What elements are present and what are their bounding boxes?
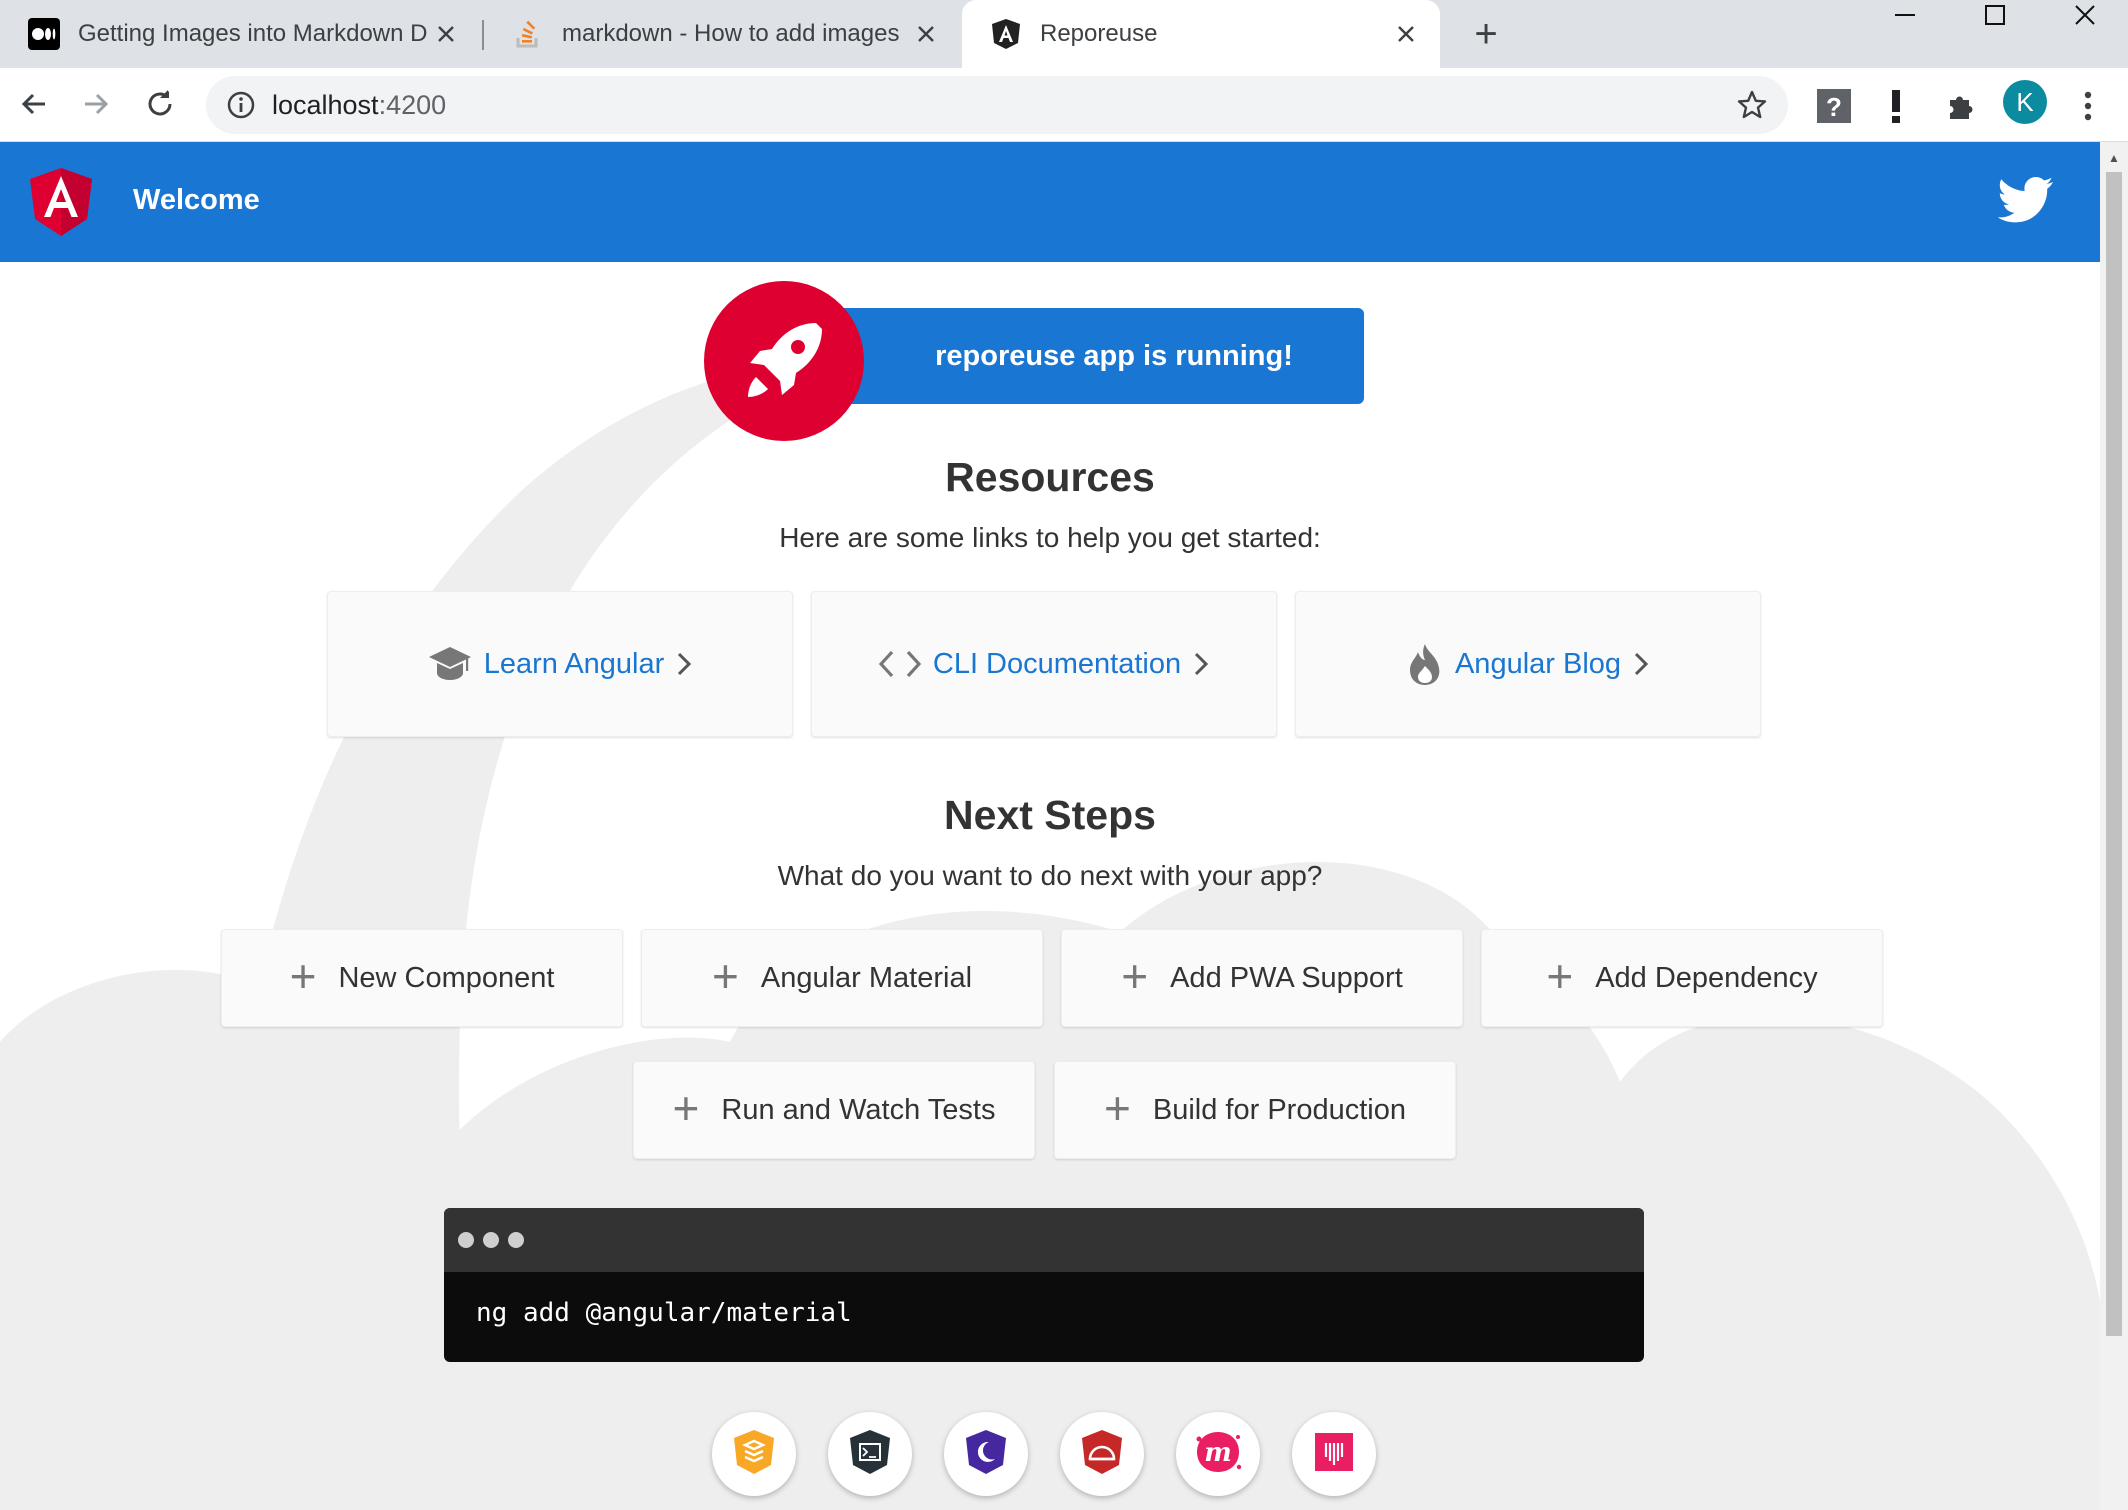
card-label: Angular Material — [760, 961, 973, 994]
plus-icon: + — [1104, 1082, 1131, 1134]
close-tab-icon[interactable] — [432, 20, 460, 48]
stackoverflow-icon — [512, 18, 544, 50]
page-title: Welcome — [133, 184, 260, 216]
angular-material-card[interactable]: + Angular Material — [641, 929, 1043, 1027]
browser-tab-1[interactable]: Getting Images into Markdown D — [0, 0, 480, 68]
card-label: Learn Angular — [483, 647, 665, 680]
kebab-menu-icon[interactable] — [2068, 86, 2108, 126]
alert-extension-icon[interactable] — [1876, 86, 1916, 126]
browser-tab-2[interactable]: markdown - How to add images — [484, 0, 960, 68]
rocket-icon — [704, 281, 864, 441]
profile-avatar[interactable]: K — [2003, 80, 2047, 124]
card-label: CLI Documentation — [932, 647, 1182, 680]
protractor-link[interactable] — [1060, 1412, 1144, 1496]
new-tab-button[interactable]: + — [1466, 14, 1506, 54]
puzzle-extensions-icon[interactable] — [1940, 86, 1980, 126]
medium-icon — [28, 18, 60, 50]
animations-link[interactable] — [712, 1412, 796, 1496]
back-arrow-icon[interactable] — [12, 82, 56, 126]
svg-text:?: ? — [1826, 92, 1842, 122]
augury-link[interactable] — [944, 1412, 1028, 1496]
plus-icon: + — [711, 950, 739, 1002]
bookmark-star-icon[interactable] — [1736, 89, 1768, 121]
new-component-card[interactable]: + New Component — [221, 929, 623, 1027]
chevron-right-icon — [676, 652, 692, 676]
app-toolbar: Welcome — [0, 142, 2100, 262]
svg-text:m: m — [1204, 1438, 1232, 1468]
page-viewport: Welcome reporeuse app is running! Resour… — [0, 142, 2100, 1510]
running-message: reporeuse app is running! — [834, 308, 1364, 404]
plus-icon: + — [289, 950, 317, 1002]
add-dependency-card[interactable]: + Add Dependency — [1481, 929, 1883, 1027]
browser-toolbar: localhost:4200 ? K — [0, 68, 2128, 142]
plus-icon: + — [672, 1082, 700, 1134]
meetup-link[interactable]: m — [1176, 1412, 1260, 1496]
next-steps-subtitle: What do you want to do next with your ap… — [777, 860, 1323, 891]
run-and-watch-tests-card[interactable]: + Run and Watch Tests — [633, 1061, 1035, 1159]
reload-icon[interactable] — [138, 82, 182, 126]
card-label: Run and Watch Tests — [721, 1093, 996, 1126]
tab-title: markdown - How to add images — [562, 20, 900, 47]
close-tab-icon[interactable] — [1392, 20, 1420, 48]
card-label: New Component — [338, 961, 555, 994]
resources-subtitle: Here are some links to help you get star… — [779, 522, 1321, 553]
help-extension-icon[interactable]: ? — [1814, 86, 1854, 126]
terminal: ng add @angular/material — [444, 1208, 1644, 1362]
cli-link[interactable] — [828, 1412, 912, 1496]
cli-documentation-card[interactable]: CLI Documentation — [811, 591, 1277, 737]
animations-icon — [733, 1429, 775, 1480]
terminal-command: ng add @angular/material — [476, 1298, 852, 1328]
close-window-icon[interactable] — [2040, 0, 2128, 30]
plus-icon: + — [1121, 950, 1149, 1002]
meetup-icon: m — [1194, 1429, 1242, 1480]
discord-link[interactable] — [1292, 1412, 1376, 1496]
flame-icon — [1407, 642, 1443, 686]
tab-title: Getting Images into Markdown D — [78, 20, 428, 47]
info-icon[interactable] — [226, 90, 256, 120]
maximize-icon[interactable] — [1950, 0, 2040, 30]
angular-blog-card[interactable]: Angular Blog — [1295, 591, 1761, 737]
next-steps-heading: Next Steps — [944, 792, 1156, 838]
card-label: Add PWA Support — [1170, 961, 1403, 994]
card-label: Build for Production — [1152, 1093, 1406, 1126]
twitter-icon[interactable] — [1997, 176, 2054, 224]
window-dot-icon — [458, 1232, 474, 1248]
learn-angular-card[interactable]: Learn Angular — [327, 591, 793, 737]
window-dot-icon — [508, 1232, 524, 1248]
scrollbar-thumb[interactable] — [2106, 172, 2122, 1336]
protractor-icon — [1081, 1429, 1123, 1480]
vertical-scrollbar[interactable]: ▲ — [2100, 142, 2128, 1510]
build-for-production-card[interactable]: + Build for Production — [1054, 1061, 1456, 1159]
scroll-up-arrow-icon[interactable]: ▲ — [2100, 146, 2128, 170]
tab-title: Reporeuse — [1040, 20, 1158, 47]
chevron-right-icon — [1193, 652, 1209, 676]
angular-icon — [990, 18, 1022, 50]
browser-tab-bar: Getting Images into Markdown D markdown … — [0, 0, 2128, 68]
minimize-icon[interactable] — [1860, 0, 1950, 30]
angular-logo-icon — [30, 168, 92, 236]
terminal-titlebar — [444, 1208, 1644, 1272]
code-brackets-icon — [878, 650, 921, 678]
close-tab-icon[interactable] — [912, 20, 940, 48]
window-dot-icon — [483, 1232, 499, 1248]
plus-icon: + — [1546, 950, 1574, 1002]
add-pwa-support-card[interactable]: + Add PWA Support — [1061, 929, 1463, 1027]
graduation-cap-icon — [428, 645, 472, 683]
card-label: Add Dependency — [1595, 961, 1818, 994]
browser-tab-3[interactable]: Reporeuse — [962, 0, 1440, 68]
url-text: localhost:4200 — [272, 90, 447, 120]
card-label: Angular Blog — [1454, 647, 1622, 680]
chevron-right-icon — [1633, 652, 1649, 676]
app-running-banner: reporeuse app is running! — [704, 281, 1364, 441]
cli-icon — [849, 1429, 891, 1480]
forward-arrow-icon[interactable] — [74, 82, 118, 126]
resources-heading: Resources — [945, 454, 1155, 500]
discord-icon — [1313, 1431, 1355, 1478]
augury-icon — [965, 1429, 1007, 1480]
address-bar[interactable]: localhost:4200 — [206, 76, 1788, 134]
